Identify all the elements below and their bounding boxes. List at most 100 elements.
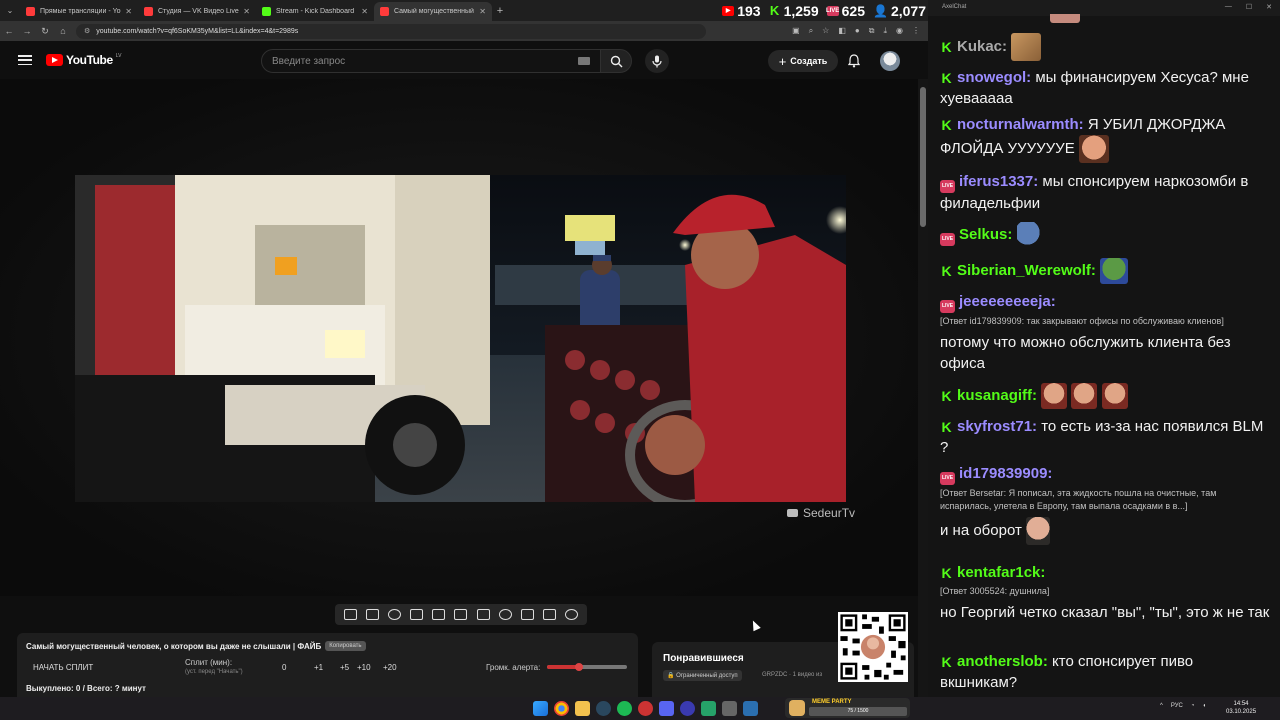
- tab-youtube-live[interactable]: Прямые трансляции - YouTube ✕: [20, 2, 138, 21]
- tab-vk-studio[interactable]: Студия — VK Видео Live ✕: [138, 2, 256, 21]
- close-tab-icon[interactable]: ✕: [125, 7, 132, 16]
- chat-username[interactable]: Kukac:: [957, 38, 1007, 55]
- kick-badge-icon: K: [941, 565, 952, 581]
- search-icon: [610, 55, 622, 67]
- app-icon[interactable]: [680, 701, 695, 716]
- app-icon[interactable]: [638, 701, 653, 716]
- chat-username[interactable]: anotherslob:: [957, 653, 1048, 670]
- split-minutes-value[interactable]: 0: [282, 663, 286, 672]
- app-icon[interactable]: [722, 701, 737, 716]
- app-icon[interactable]: [743, 701, 758, 716]
- tab-kick-dashboard[interactable]: Stream - Kick Dashboard ✕: [256, 2, 374, 21]
- audio-icon[interactable]: [387, 609, 401, 620]
- notifications-bell-icon[interactable]: [848, 54, 860, 68]
- chat-message: Kskyfrost71: то есть из-за нас появился …: [940, 416, 1270, 458]
- language-indicator[interactable]: РУС: [1171, 703, 1183, 709]
- youtube-logo[interactable]: YouTube LV: [46, 53, 122, 67]
- sort-icon[interactable]: [365, 609, 379, 620]
- alert-volume-slider[interactable]: [547, 663, 627, 671]
- chat-username[interactable]: Siberian_Werewolf:: [957, 262, 1096, 279]
- chat-text: но Георгий четко сказал "вы", "ты", это …: [940, 604, 1270, 621]
- extension-icon[interactable]: ◧: [838, 26, 846, 36]
- app-icon[interactable]: [701, 701, 716, 716]
- site-info-icon[interactable]: ⚙: [84, 27, 90, 35]
- url-field[interactable]: ⚙ youtube.com/watch?v=qf6SoKM35yM&list=L…: [76, 23, 706, 39]
- chat-username[interactable]: kentafar1ck:: [957, 564, 1045, 581]
- vk-favicon-icon: [144, 7, 153, 16]
- chat-username[interactable]: skyfrost71:: [957, 418, 1037, 435]
- chat-username[interactable]: snowegol:: [957, 69, 1031, 86]
- meme-party-widget[interactable]: MEME PARTY 75 / 1500: [785, 698, 910, 718]
- chat-username[interactable]: nocturnalwarmth:: [957, 116, 1084, 133]
- video-player[interactable]: SedeurTv: [0, 79, 918, 596]
- minimize-icon[interactable]: —: [1225, 3, 1232, 11]
- kick-badge-icon: K: [941, 38, 952, 55]
- video-title-text: Самый могущественный человек, о котором …: [26, 641, 322, 651]
- forward-icon[interactable]: →: [18, 26, 36, 36]
- film-icon[interactable]: [476, 609, 490, 620]
- tray-chevron-icon[interactable]: ^: [1160, 703, 1163, 709]
- menu-kebab-icon[interactable]: ⋮: [912, 26, 920, 36]
- home-icon[interactable]: ⌂: [54, 26, 72, 36]
- discord-icon[interactable]: [659, 701, 674, 716]
- keyboard-icon[interactable]: [578, 57, 590, 65]
- add-10-button[interactable]: +10: [357, 663, 371, 672]
- close-tab-icon[interactable]: ✕: [479, 7, 486, 16]
- copy-button[interactable]: Копировать: [325, 641, 366, 651]
- watermark-text: SedeurTv: [803, 506, 856, 520]
- chat-username[interactable]: iferus1337:: [959, 173, 1038, 190]
- volume-icon[interactable]: ◖: [1202, 703, 1206, 709]
- back-icon[interactable]: ←: [0, 26, 18, 36]
- video-frame[interactable]: [75, 175, 846, 502]
- avatar[interactable]: [880, 51, 900, 71]
- chrome-icon[interactable]: [554, 701, 569, 716]
- download-icon[interactable]: ⤓: [883, 26, 887, 36]
- theater-icon[interactable]: [454, 609, 468, 620]
- reload-icon[interactable]: ↻: [36, 26, 54, 37]
- close-icon[interactable]: ✕: [1266, 3, 1272, 11]
- page-scrollbar[interactable]: [918, 79, 928, 697]
- pip-icon[interactable]: [410, 609, 424, 620]
- chat-username[interactable]: id179839909:: [959, 465, 1052, 482]
- search-input[interactable]: Введите запрос: [261, 49, 601, 73]
- add-icon[interactable]: [520, 609, 534, 620]
- slider-knob[interactable]: [575, 663, 583, 671]
- add-1-button[interactable]: +1: [314, 663, 323, 672]
- playlist-title[interactable]: Понравившиеся: [663, 653, 744, 664]
- maximize-icon[interactable]: ☐: [1246, 3, 1252, 11]
- new-tab-button[interactable]: +: [492, 5, 508, 17]
- speed-icon[interactable]: [498, 609, 512, 620]
- close-tab-icon[interactable]: ✕: [361, 7, 368, 16]
- close-tab-icon[interactable]: ✕: [243, 7, 250, 16]
- chat-username[interactable]: Selkus:: [959, 226, 1012, 243]
- clip-icon[interactable]: [432, 609, 446, 620]
- loop-icon[interactable]: [343, 609, 357, 620]
- chat-username[interactable]: kusanagiff:: [957, 387, 1037, 404]
- windows-start-icon[interactable]: [533, 701, 548, 716]
- spotify-icon[interactable]: [617, 701, 632, 716]
- wifi-icon[interactable]: ◔: [1191, 703, 1195, 709]
- voice-search-button[interactable]: [645, 49, 669, 73]
- translate-icon[interactable]: ▣: [792, 26, 800, 36]
- clock[interactable]: 14:54 03.10.2025: [1226, 700, 1256, 716]
- bookmark-star-icon[interactable]: ☆: [822, 26, 829, 36]
- create-button[interactable]: + Создать: [768, 50, 838, 72]
- file-explorer-icon[interactable]: [575, 701, 590, 716]
- add-5-button[interactable]: +5: [340, 663, 349, 672]
- screenshot-camera-icon[interactable]: [543, 609, 557, 620]
- profile-icon[interactable]: ◉: [896, 26, 903, 36]
- chat-username[interactable]: jeeeeeeeeeja:: [959, 293, 1056, 310]
- browser-toolbar-icons: ▣ ⌕ ☆ ◧ ● ⧉ ⤓ ◉ ⋮: [792, 26, 928, 36]
- hamburger-menu-icon[interactable]: [18, 55, 32, 65]
- steam-icon[interactable]: [596, 701, 611, 716]
- extensions-puzzle-icon[interactable]: ⧉: [869, 26, 875, 36]
- scrollbar-thumb[interactable]: [920, 87, 926, 227]
- search-button[interactable]: [600, 49, 632, 73]
- extension-icon[interactable]: ●: [855, 26, 860, 36]
- settings-gear-icon[interactable]: [565, 609, 579, 620]
- add-20-button[interactable]: +20: [383, 663, 397, 672]
- tab-search-icon[interactable]: ⌄: [0, 0, 20, 21]
- tab-current-video[interactable]: Самый могущественный ч... ✕: [374, 2, 492, 21]
- zoom-icon[interactable]: ⌕: [809, 26, 813, 36]
- start-split-button[interactable]: НАЧАТЬ СПЛИТ: [33, 663, 93, 672]
